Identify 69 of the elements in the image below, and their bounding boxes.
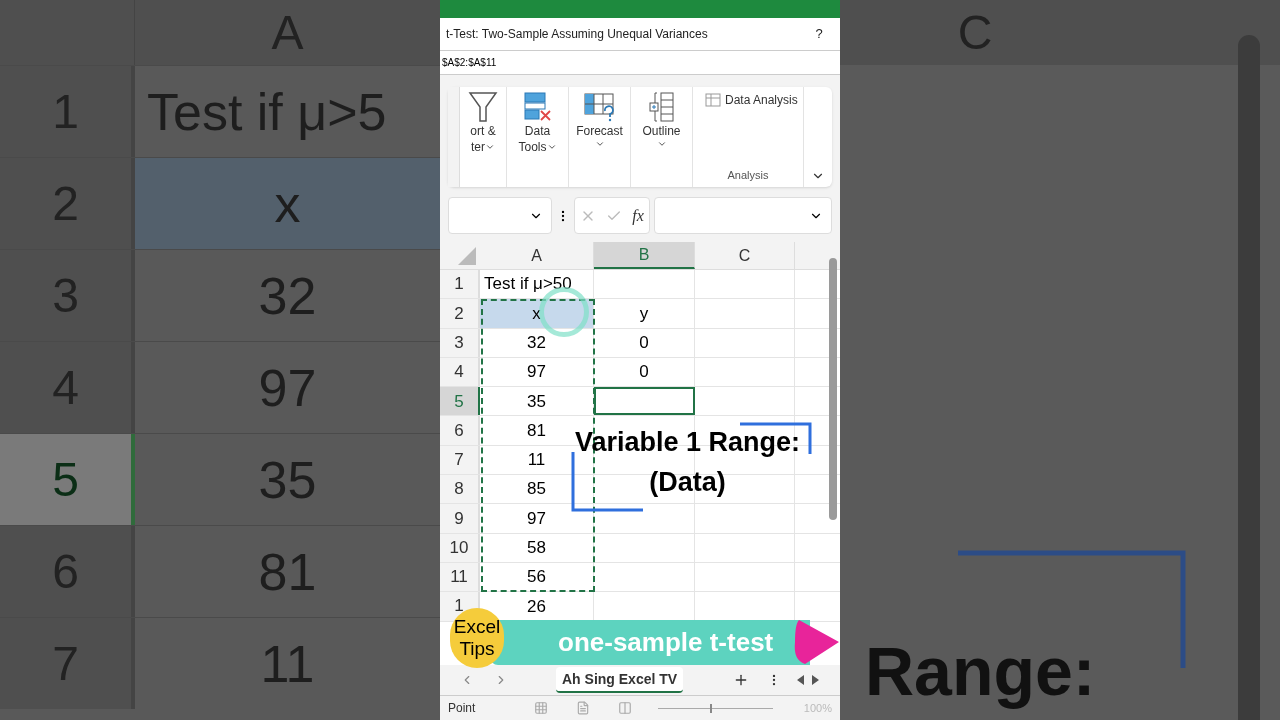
table-cell: x — [135, 158, 440, 249]
scrollbar[interactable] — [829, 258, 837, 520]
row-number: 5 — [0, 434, 135, 525]
table-cell-text: 81 — [527, 419, 546, 442]
column-header[interactable]: C — [695, 242, 795, 269]
data-analysis-button[interactable]: Data Analysis — [693, 91, 798, 109]
table-cell-text: 11 — [259, 633, 316, 695]
row-number[interactable]: 1 — [440, 270, 480, 299]
table-cell-text: 35 — [527, 390, 546, 413]
table-cell-text: 85 — [527, 478, 546, 501]
ribbon-button[interactable]: Outline — [631, 87, 693, 187]
ribbon-button[interactable]: Forecast — [569, 87, 631, 187]
zoom-slider[interactable] — [658, 703, 773, 713]
row-number[interactable]: 7 — [440, 445, 480, 475]
group-label: Analysis — [727, 167, 769, 183]
table-cell-text: 0 — [639, 332, 649, 354]
active-cell[interactable] — [594, 387, 695, 416]
range-field[interactable]: $A$2:$A$11 — [440, 50, 840, 75]
column-header[interactable]: B — [594, 242, 695, 269]
table-cell-text: 97 — [527, 507, 546, 530]
table-cell-text: 26 — [527, 595, 546, 618]
sheet-tab[interactable]: Ah Sing Excel TV — [556, 667, 684, 693]
table-cell-text: 32 — [257, 265, 318, 327]
dialog-title: t-Test: Two-Sample Assuming Unequal Variances — [446, 26, 709, 43]
funnel-icon — [468, 91, 498, 123]
ribbon-scroll-button[interactable] — [448, 87, 460, 187]
table-cell-text: 0 — [639, 361, 649, 384]
ribbon-button[interactable]: ort & ter — [460, 87, 507, 187]
table-cell-text: 32 — [527, 332, 546, 354]
row-number[interactable]: 2 — [440, 299, 480, 328]
scroll-arrows-icon[interactable] — [797, 675, 820, 685]
table-cell-text: 58 — [527, 537, 546, 560]
table-cell-text: Test if μ>5 — [146, 81, 388, 143]
row-number[interactable]: 11 — [440, 562, 480, 592]
table-cell-text: x — [532, 302, 541, 325]
formula-field[interactable] — [654, 197, 832, 234]
ribbon-button[interactable]: Data Tools — [507, 87, 569, 187]
page-layout-icon[interactable] — [576, 701, 590, 715]
normal-view-icon[interactable] — [534, 701, 548, 715]
row-number[interactable]: 5 — [440, 387, 480, 416]
badge-text: Tips — [459, 638, 495, 660]
page-break-icon[interactable] — [618, 701, 632, 715]
help-button[interactable]: ? — [804, 24, 834, 44]
row-number[interactable]: 9 — [440, 504, 480, 533]
table-cell-text: Test if μ>50 — [484, 273, 572, 296]
table-cell-text: y — [639, 302, 649, 325]
table-cell-text: 97 — [527, 361, 546, 384]
table-delete-icon — [522, 91, 553, 123]
slider-thumb[interactable] — [709, 703, 712, 713]
table-cell-text: 11 — [527, 449, 546, 472]
table-cell-text: 81 — [257, 541, 318, 603]
row-number[interactable]: 10 — [440, 533, 480, 562]
row-number[interactable]: 6 — [440, 416, 480, 445]
banner-title: one-sample t-test — [558, 626, 774, 659]
table-cell-text: 56 — [527, 566, 546, 589]
row-number[interactable]: 3 — [440, 328, 480, 357]
table-question-icon — [582, 91, 617, 123]
overlay-caption: Variable 1 Range: — [575, 426, 801, 459]
select-all-icon[interactable] — [458, 247, 476, 265]
insert-function-button[interactable]: fx — [632, 203, 644, 228]
status-mode: Point — [448, 700, 477, 717]
table-cell-text: 35 — [257, 449, 318, 511]
row-number[interactable]: 4 — [440, 357, 480, 387]
range-input[interactable]: $A$2:$A$11 — [440, 55, 840, 70]
table-cell-text: 97 — [257, 357, 318, 419]
outline-icon — [646, 91, 677, 123]
overlay-caption: (Data) — [649, 466, 726, 499]
row-number[interactable]: 8 — [440, 475, 480, 504]
table-icon — [705, 93, 721, 107]
